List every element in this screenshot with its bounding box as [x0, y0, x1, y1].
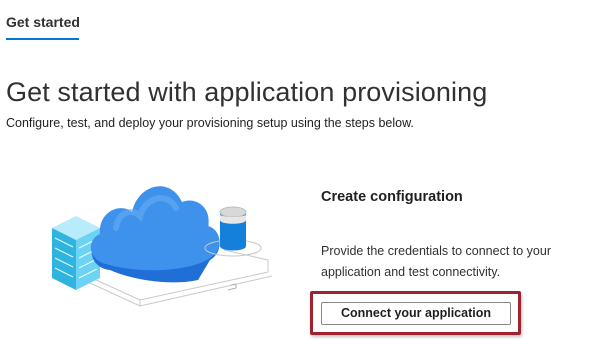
- cloud-icon: [90, 186, 220, 283]
- page-title: Get started with application provisionin…: [6, 77, 488, 107]
- page-subtitle: Configure, test, and deploy your provisi…: [6, 116, 414, 130]
- provisioning-get-started-page: Get started Get started with application…: [0, 0, 591, 349]
- selected-tab-indicator: [6, 38, 79, 40]
- card-description: Provide the credentials to connect to yo…: [321, 244, 551, 279]
- card-heading: Create configuration: [321, 189, 463, 205]
- tab-get-started[interactable]: Get started: [6, 14, 80, 30]
- tab-bar: Get started: [0, 0, 591, 42]
- connect-your-application-button[interactable]: Connect your application: [321, 302, 511, 325]
- provisioning-illustration: [52, 186, 273, 307]
